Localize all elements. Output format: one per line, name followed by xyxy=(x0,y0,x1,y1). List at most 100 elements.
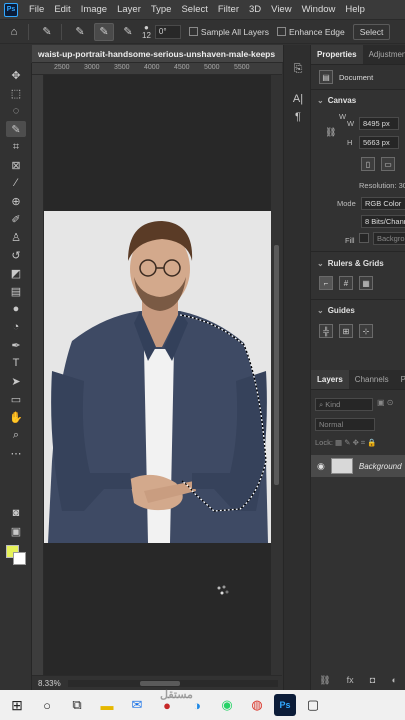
layer-kind-filter[interactable]: ⌕ Kind xyxy=(315,398,373,411)
new-guide-icon[interactable]: ⊹ xyxy=(359,324,373,338)
hand-tool-icon[interactable]: ✋ xyxy=(6,409,26,425)
gradient-tool-icon[interactable]: ▤ xyxy=(6,283,26,299)
bit-depth-dropdown[interactable]: 8 Bits/Channel xyxy=(361,215,405,228)
filter-type-icons[interactable]: ▣ ⊙ xyxy=(377,398,393,407)
menu-view[interactable]: View xyxy=(266,4,296,15)
more-tools-icon[interactable]: ⋯ xyxy=(6,445,26,461)
fill-swatch[interactable] xyxy=(359,233,369,243)
mode-dropdown[interactable]: RGB Color xyxy=(361,197,405,210)
adjustment-layer-icon[interactable]: ◐ xyxy=(391,675,396,686)
history-brush-tool-icon[interactable]: ↺ xyxy=(6,247,26,263)
paragraph-panel-icon[interactable]: ¶ xyxy=(290,109,306,125)
grid-toggle-icon[interactable]: # xyxy=(339,276,353,290)
pixel-grid-icon[interactable]: ▦ xyxy=(359,276,373,290)
blend-mode-dropdown[interactable]: Normal xyxy=(315,418,375,431)
document-title: waist-up-portrait-handsome-serious-unsha… xyxy=(38,48,276,59)
chrome-icon[interactable]: ◍ xyxy=(244,692,270,718)
canvas-vertical-scrollbar[interactable] xyxy=(271,75,282,675)
guides-toggle-icon[interactable]: ╬ xyxy=(319,324,333,338)
mail-icon[interactable]: ✉ xyxy=(124,692,150,718)
eraser-tool-icon[interactable]: ◩ xyxy=(6,265,26,281)
sample-all-layers-checkbox[interactable] xyxy=(188,27,198,36)
menu-file[interactable]: File xyxy=(24,4,49,15)
brush-tool-icon[interactable]: ✐ xyxy=(6,211,26,227)
windows-start-icon[interactable]: ⊞ xyxy=(4,692,30,718)
dodge-tool-icon[interactable]: ◔ xyxy=(6,319,26,335)
menu-image[interactable]: Image xyxy=(76,4,112,15)
document-tab[interactable]: waist-up-portrait-handsome-serious-unsha… xyxy=(32,45,290,63)
blur-tool-icon[interactable]: ● xyxy=(6,301,26,317)
guides-lock-icon[interactable]: ⊞ xyxy=(339,324,353,338)
quick-selection-tool-icon[interactable]: ✎ xyxy=(6,121,26,137)
type-tool-icon[interactable]: T xyxy=(6,355,26,371)
clone-stamp-tool-icon[interactable]: ♙ xyxy=(6,229,26,245)
lock-icons[interactable]: ▦ ✎ ✥ ⌗ 🔒 xyxy=(335,438,377,447)
healing-brush-tool-icon[interactable]: ⊕ xyxy=(6,193,26,209)
scrollbar-thumb[interactable] xyxy=(140,681,180,686)
menu-filter[interactable]: Filter xyxy=(213,4,244,15)
guides-header[interactable]: ⌄ Guides xyxy=(311,304,355,318)
tab-paths[interactable]: Paths xyxy=(395,370,405,389)
move-tool-icon[interactable]: ✥ xyxy=(6,67,26,83)
search-icon[interactable]: ○ xyxy=(34,692,60,718)
background-color-swatch[interactable] xyxy=(13,552,26,565)
menu-select[interactable]: Select xyxy=(176,4,212,15)
width-field[interactable]: 8495 px xyxy=(359,117,399,130)
path-selection-tool-icon[interactable]: ➤ xyxy=(6,373,26,389)
zoom-tool-icon[interactable]: ⌕ xyxy=(6,427,26,443)
pen-tool-icon[interactable]: ✒ xyxy=(6,337,26,353)
tab-layers[interactable]: Layers xyxy=(311,370,349,389)
eyedropper-tool-icon[interactable]: ⁄ xyxy=(6,175,26,191)
menu-type[interactable]: Type xyxy=(146,4,177,15)
enhance-edge-checkbox[interactable] xyxy=(276,27,286,36)
tab-properties[interactable]: Properties xyxy=(311,45,363,64)
tab-adjustments[interactable]: Adjustments xyxy=(363,45,405,64)
notes-app-icon[interactable]: ▢ xyxy=(300,692,326,718)
zoom-level[interactable]: 8.33% xyxy=(38,679,61,688)
visibility-eye-icon[interactable]: ◉ xyxy=(317,461,325,472)
add-mask-icon[interactable]: ◘ xyxy=(370,675,375,686)
select-subject-button[interactable]: Select xyxy=(352,23,391,40)
rectangle-tool-icon[interactable]: ▭ xyxy=(6,391,26,407)
add-to-selection-icon[interactable]: ✎ xyxy=(94,22,114,41)
quick-mask-icon[interactable]: ◙ xyxy=(6,505,26,521)
history-panel-icon[interactable]: ⎘ xyxy=(290,61,306,77)
file-explorer-icon[interactable]: ▬ xyxy=(94,692,120,718)
angle-field[interactable]: 0° xyxy=(154,24,181,39)
brush-size-picker[interactable]: ● 12 xyxy=(142,23,151,40)
portrait-orientation-icon[interactable]: ▯ xyxy=(361,157,375,171)
lasso-tool-icon[interactable]: ◌ xyxy=(6,103,26,119)
subtract-selection-icon[interactable]: ✎ xyxy=(118,23,138,41)
menu-3d[interactable]: 3D xyxy=(244,4,266,15)
link-layers-icon[interactable]: ⛓ xyxy=(319,675,330,686)
photoshop-taskbar-icon[interactable]: Ps xyxy=(274,694,296,716)
link-icon[interactable]: W xyxy=(319,112,346,121)
canvas-horizontal-scrollbar[interactable] xyxy=(68,680,278,687)
menu-layer[interactable]: Layer xyxy=(112,4,146,15)
rulers-grids-header[interactable]: ⌄ Rulers & Grids xyxy=(311,257,384,271)
height-field[interactable]: 5663 px xyxy=(359,136,399,149)
frame-tool-icon[interactable]: ⊠ xyxy=(6,157,26,173)
screen-mode-icon[interactable]: ▣ xyxy=(6,523,26,539)
rulers-toggle-icon[interactable]: ⌐ xyxy=(319,276,333,290)
task-view-icon[interactable]: ⧉ xyxy=(64,692,90,718)
canvas-section-header[interactable]: ⌄ Canvas xyxy=(311,94,405,108)
menu-window[interactable]: Window xyxy=(297,4,341,15)
tab-channels[interactable]: Channels xyxy=(349,370,395,389)
character-panel-icon[interactable]: A| xyxy=(290,91,306,107)
marquee-tool-icon[interactable]: ⬚ xyxy=(6,85,26,101)
landscape-orientation-icon[interactable]: ▭ xyxy=(381,157,395,171)
constrain-proportions-icon[interactable]: ⛓ xyxy=(325,127,336,138)
whatsapp-icon[interactable]: ◉ xyxy=(214,692,240,718)
tool-preset-icon[interactable]: ✎ xyxy=(37,23,57,41)
crop-tool-icon[interactable]: ⌗ xyxy=(6,139,26,155)
canvas[interactable] xyxy=(44,75,271,675)
scrollbar-thumb[interactable] xyxy=(274,245,279,485)
new-selection-icon[interactable]: ✎ xyxy=(70,23,90,41)
menu-help[interactable]: Help xyxy=(340,4,370,15)
fill-dropdown[interactable]: Background xyxy=(373,232,405,245)
home-icon[interactable]: ⌂ xyxy=(4,23,24,41)
menu-edit[interactable]: Edit xyxy=(49,4,75,15)
fx-icon[interactable]: fx xyxy=(347,675,354,686)
layer-row-background[interactable]: ◉ Background xyxy=(311,455,405,477)
